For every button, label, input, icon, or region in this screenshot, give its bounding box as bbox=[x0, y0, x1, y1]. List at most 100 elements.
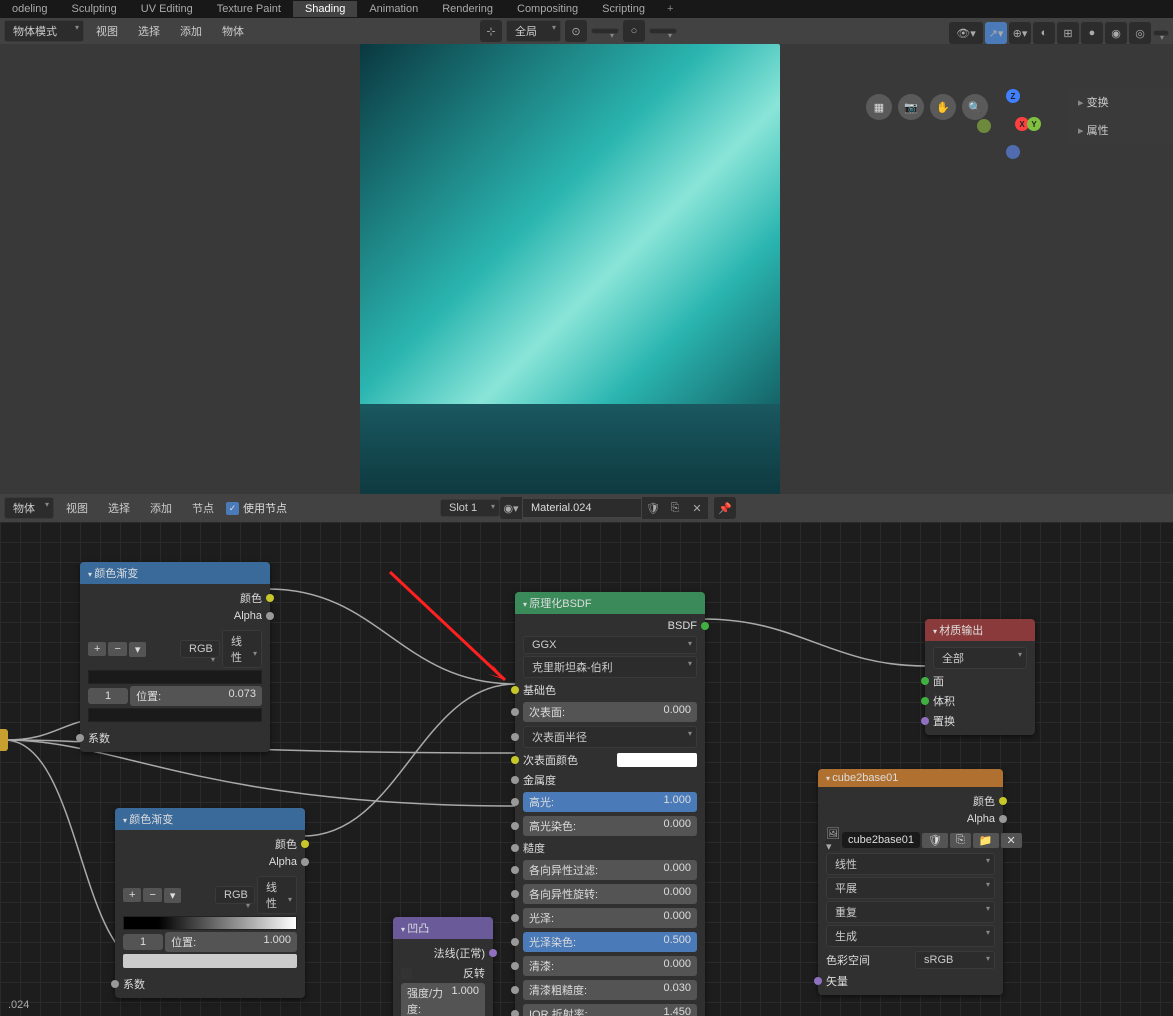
ramp-color-swatch[interactable] bbox=[88, 708, 262, 722]
tab-modeling[interactable]: odeling bbox=[0, 1, 59, 17]
image-interp[interactable]: 线性 bbox=[826, 853, 995, 875]
image-shield-icon[interactable]: 🛡 bbox=[922, 833, 948, 848]
ramp-gradient[interactable] bbox=[88, 670, 262, 684]
bsdf-清漆粗糙度:[interactable]: 清漆粗糙度:0.030 bbox=[523, 978, 697, 1002]
menu-object[interactable]: 物体 bbox=[214, 21, 252, 41]
node-principled-bsdf[interactable]: 原理化BSDF BSDF GGX 克里斯坦森-伯利 基础色次表面:0.000次表… bbox=[515, 592, 705, 1016]
image-open-icon[interactable]: 📁 bbox=[973, 833, 999, 848]
node-title[interactable]: 原理化BSDF bbox=[515, 592, 705, 614]
bsdf-subsurface-method[interactable]: 克里斯坦森-伯利 bbox=[523, 656, 697, 678]
bsdf-次表面半径[interactable]: 次表面半径 bbox=[523, 724, 697, 750]
image-projection[interactable]: 平展 bbox=[826, 877, 995, 899]
navigation-gizmo[interactable]: Z X Y bbox=[983, 89, 1043, 149]
ramp-position[interactable]: 位置:1.000 bbox=[165, 932, 297, 952]
bsdf-次表面:[interactable]: 次表面:0.000 bbox=[523, 700, 697, 724]
node-title[interactable]: 凹凸 bbox=[393, 917, 493, 939]
bsdf-次表面颜色[interactable]: 次表面颜色 bbox=[523, 750, 697, 770]
node-menu-add[interactable]: 添加 bbox=[142, 498, 180, 518]
gizmo-neg-y[interactable] bbox=[977, 119, 991, 133]
image-colorspace[interactable]: sRGB bbox=[915, 951, 995, 969]
ramp-remove-icon[interactable]: − bbox=[143, 888, 161, 902]
menu-select[interactable]: 选择 bbox=[130, 21, 168, 41]
proportional-dropdown[interactable] bbox=[649, 28, 677, 34]
tab-sculpting[interactable]: Sculpting bbox=[59, 1, 128, 17]
tab-uv[interactable]: UV Editing bbox=[129, 1, 205, 17]
node-image-texture[interactable]: cube2base01 颜色 Alpha 🖼▾ cube2base01 🛡 ⎘ … bbox=[818, 769, 1003, 995]
camera-view-icon[interactable]: 📷 bbox=[898, 94, 924, 120]
sidebar-transform[interactable]: 变换 bbox=[1068, 88, 1173, 116]
use-nodes-checkbox[interactable]: ✓ bbox=[226, 502, 239, 515]
node-title[interactable]: 颜色渐变 bbox=[115, 808, 305, 830]
ramp-color-swatch[interactable] bbox=[123, 954, 297, 968]
gizmo-neg-z[interactable] bbox=[1006, 145, 1020, 159]
gizmo-y[interactable]: Y bbox=[1027, 117, 1041, 131]
ramp-index[interactable]: 1 bbox=[123, 934, 163, 950]
ramp-remove-icon[interactable]: − bbox=[108, 642, 126, 656]
material-pin-icon[interactable]: 📌 bbox=[714, 497, 736, 519]
bsdf-IOR 折射率:[interactable]: IOR 折射率:1.450 bbox=[523, 1002, 697, 1016]
ramp-add-icon[interactable]: + bbox=[88, 642, 106, 656]
orientation-dropdown[interactable]: 全局 bbox=[506, 20, 561, 42]
image-name-input[interactable]: cube2base01 bbox=[842, 832, 920, 848]
bsdf-distribution[interactable]: GGX bbox=[523, 636, 697, 654]
invert-checkbox[interactable] bbox=[401, 968, 412, 979]
image-unlink-icon[interactable]: ✕ bbox=[1001, 833, 1022, 848]
gizmo-z[interactable]: Z bbox=[1006, 89, 1020, 103]
material-browse-icon[interactable]: ◉▾ bbox=[500, 497, 522, 519]
mode-dropdown[interactable]: 物体模式 bbox=[4, 20, 84, 42]
material-shield-icon[interactable]: 🛡 bbox=[642, 497, 664, 519]
ramp-mode[interactable]: RGB bbox=[215, 886, 255, 904]
image-extension[interactable]: 重复 bbox=[826, 901, 995, 923]
tab-shading[interactable]: Shading bbox=[293, 1, 357, 17]
viewport-3d[interactable]: ▦ 📷 ✋ 🔍 Z X Y 变换 属性 bbox=[0, 44, 1173, 494]
gizmo-toggle[interactable]: ↗▾ bbox=[985, 22, 1007, 44]
slot-dropdown[interactable]: Slot 1 bbox=[440, 499, 500, 517]
ramp-menu-icon[interactable]: ▾ bbox=[129, 642, 147, 657]
ramp-interp[interactable]: 线性 bbox=[257, 876, 297, 914]
tab-add-icon[interactable]: + bbox=[657, 1, 683, 17]
image-copy-icon[interactable]: ⎘ bbox=[950, 833, 971, 848]
bsdf-高光染色:[interactable]: 高光染色:0.000 bbox=[523, 814, 697, 838]
node-mode-dropdown[interactable]: 物体 bbox=[4, 497, 54, 519]
node-colorramp-1[interactable]: 颜色渐变 颜色 Alpha + − ▾ RGB 线性 1 位置:0.073 系数 bbox=[80, 562, 270, 752]
image-source[interactable]: 生成 bbox=[826, 925, 995, 947]
rendered-shade[interactable]: ◎ bbox=[1129, 22, 1151, 44]
bsdf-基础色[interactable]: 基础色 bbox=[523, 680, 697, 700]
tab-scripting[interactable]: Scripting bbox=[590, 1, 657, 17]
snap-icon[interactable]: ⊙ bbox=[565, 20, 587, 42]
sidebar-properties[interactable]: 属性 bbox=[1068, 116, 1173, 144]
node-colorramp-2[interactable]: 颜色渐变 颜色 Alpha + − ▾ RGB 线性 1 位置:1.000 系数 bbox=[115, 808, 305, 998]
node-title[interactable]: 材质输出 bbox=[925, 619, 1035, 641]
overlay-toggle[interactable]: ⊕▾ bbox=[1009, 22, 1031, 44]
bsdf-金属度[interactable]: 金属度 bbox=[523, 770, 697, 790]
camera-icon[interactable]: ▦ bbox=[866, 94, 892, 120]
bsdf-清漆:[interactable]: 清漆:0.000 bbox=[523, 954, 697, 978]
ramp-interp[interactable]: 线性 bbox=[222, 630, 262, 668]
node-menu-select[interactable]: 选择 bbox=[100, 498, 138, 518]
bsdf-高光:[interactable]: 高光:1.000 bbox=[523, 790, 697, 814]
node-editor[interactable]: 颜色渐变 颜色 Alpha + − ▾ RGB 线性 1 位置:0.073 系数… bbox=[0, 522, 1173, 1016]
node-menu-node[interactable]: 节点 bbox=[184, 498, 222, 518]
bsdf-各向异性过滤:[interactable]: 各向异性过滤:0.000 bbox=[523, 858, 697, 882]
material-delete-icon[interactable]: ✕ bbox=[686, 497, 708, 519]
tab-rendering[interactable]: Rendering bbox=[430, 1, 505, 17]
material-name-input[interactable]: Material.024 bbox=[522, 498, 642, 518]
ramp-menu-icon[interactable]: ▾ bbox=[164, 888, 182, 903]
output-target[interactable]: 全部 bbox=[933, 647, 1027, 669]
tab-animation[interactable]: Animation bbox=[357, 1, 430, 17]
ramp-add-icon[interactable]: + bbox=[123, 888, 141, 902]
node-bump[interactable]: 凹凸 法线(正常) 反转 强度/力度:1.000 距离:1.000 bbox=[393, 917, 493, 1016]
image-browse-icon[interactable]: 🖼▾ bbox=[826, 829, 840, 851]
node-title[interactable]: cube2base01 bbox=[818, 769, 1003, 787]
material-copy-icon[interactable]: ⎘ bbox=[664, 497, 686, 519]
xray-toggle[interactable]: ◐ bbox=[1033, 22, 1055, 44]
node-title[interactable]: 颜色渐变 bbox=[80, 562, 270, 584]
node-material-output[interactable]: 材质输出 全部 面 体积 置换 bbox=[925, 619, 1035, 735]
ramp-mode[interactable]: RGB bbox=[180, 640, 220, 658]
tab-compositing[interactable]: Compositing bbox=[505, 1, 590, 17]
proportional-icon[interactable]: ○ bbox=[623, 20, 645, 42]
ramp-index[interactable]: 1 bbox=[88, 688, 128, 704]
orientation-icon[interactable]: ⊹ bbox=[480, 20, 502, 42]
bsdf-各向异性旋转:[interactable]: 各向异性旋转:0.000 bbox=[523, 882, 697, 906]
shade-options[interactable] bbox=[1153, 30, 1169, 36]
